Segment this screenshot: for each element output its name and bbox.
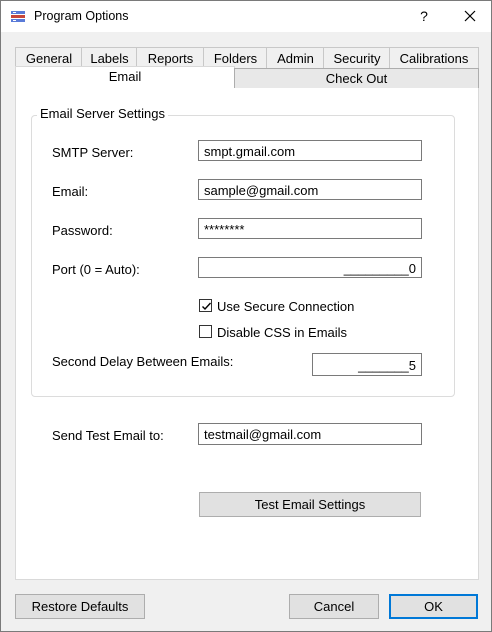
checkmark-icon: [202, 302, 212, 311]
tab-label: Labels: [90, 51, 129, 66]
tab-label: Email: [108, 69, 142, 84]
test-email-settings-button[interactable]: Test Email Settings: [199, 492, 421, 517]
tab-label: Folders: [213, 51, 258, 66]
ok-button[interactable]: OK: [389, 594, 478, 619]
tab-label: General: [25, 51, 73, 66]
second-delay-input[interactable]: _______5: [312, 353, 422, 376]
disable-css-checkbox[interactable]: [199, 325, 212, 338]
port-input[interactable]: _________0: [198, 257, 422, 278]
email-label: Email:: [52, 184, 89, 199]
password-input[interactable]: ********: [198, 218, 422, 239]
tab-email[interactable]: Email: [15, 66, 235, 90]
group-title: Email Server Settings: [37, 106, 168, 121]
use-secure-connection-checkbox[interactable]: [199, 299, 212, 312]
smtp-server-label: SMTP Server:: [52, 145, 134, 160]
tab-security[interactable]: Security: [323, 47, 391, 69]
tab-admin[interactable]: Admin: [266, 47, 325, 69]
smtp-server-input[interactable]: smpt.gmail.com: [198, 140, 422, 161]
port-label: Port (0 = Auto):: [52, 262, 140, 277]
cancel-button[interactable]: Cancel: [289, 594, 379, 619]
close-icon: [464, 10, 476, 22]
close-button[interactable]: [453, 1, 487, 32]
second-delay-label: Second Delay Between Emails:: [52, 354, 234, 369]
tab-label: Check Out: [325, 71, 388, 86]
tab-label: Security: [333, 51, 381, 66]
password-label: Password:: [52, 223, 113, 238]
test-email-input[interactable]: testmail@gmail.com: [198, 423, 422, 445]
disable-css-label[interactable]: Disable CSS in Emails: [217, 325, 347, 340]
tab-calibrations[interactable]: Calibrations: [389, 47, 479, 69]
title-bar: Program Options ?: [1, 1, 491, 32]
tab-check-out[interactable]: Check Out: [234, 68, 479, 89]
tab-label: Reports: [147, 51, 194, 66]
tab-label: Admin: [277, 51, 314, 66]
send-test-email-label: Send Test Email to:: [52, 428, 164, 443]
use-secure-connection-label[interactable]: Use Secure Connection: [217, 299, 354, 314]
tab-label: Calibrations: [399, 51, 469, 66]
restore-defaults-button[interactable]: Restore Defaults: [15, 594, 145, 619]
email-input[interactable]: sample@gmail.com: [198, 179, 422, 200]
app-icon: [11, 11, 25, 22]
help-button[interactable]: ?: [409, 1, 439, 32]
window-title: Program Options: [34, 9, 129, 23]
program-options-window: Program Options ? General Labels Reports…: [0, 0, 492, 632]
